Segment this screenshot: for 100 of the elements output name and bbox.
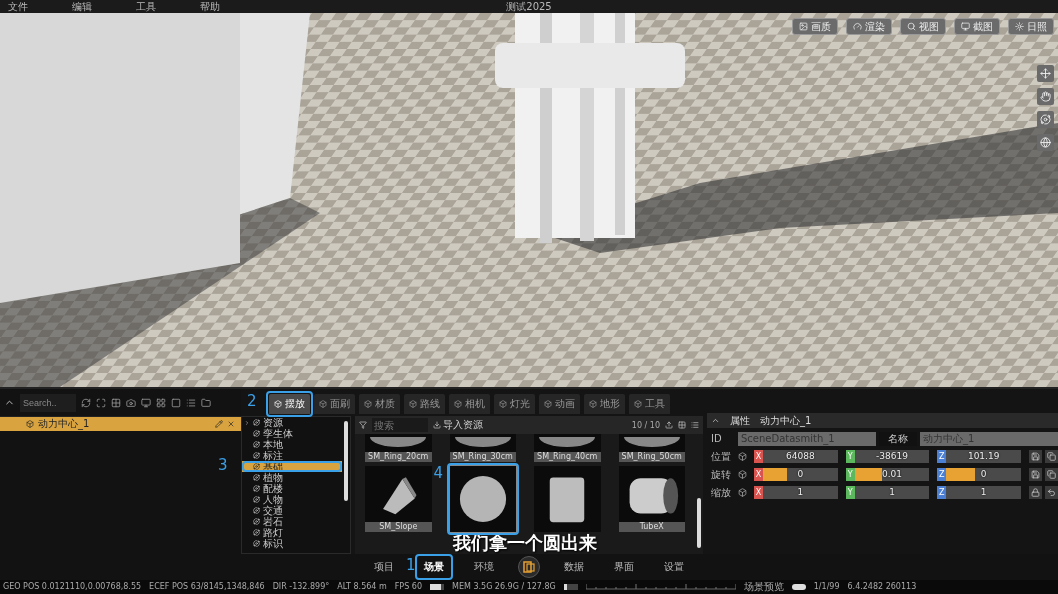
menu-item[interactable]: 工具 <box>136 0 182 13</box>
save-button[interactable] <box>1029 450 1042 463</box>
menu-item[interactable]: 帮助 <box>200 0 246 13</box>
menu-item[interactable]: 文件 <box>8 0 54 13</box>
asset-card[interactable]: SM_Ring_40cm <box>534 434 601 462</box>
view-button[interactable]: 截图 <box>954 18 1000 35</box>
nav-item[interactable]: 数据 <box>558 557 590 577</box>
step-number: 4 <box>433 466 444 481</box>
layout-icon[interactable] <box>156 397 166 408</box>
category-item[interactable]: 资源 <box>242 417 342 428</box>
monitor-icon[interactable] <box>141 397 151 408</box>
category-icon <box>253 474 260 481</box>
axis-field[interactable]: Z 1 <box>937 486 1021 499</box>
tab[interactable]: 灯光 <box>494 394 535 414</box>
axis-field[interactable]: X 1 <box>754 486 838 499</box>
status-item: FPS 60 <box>394 581 422 593</box>
copy-button[interactable] <box>1045 468 1058 481</box>
category-icon <box>253 452 260 459</box>
axis-tag: X <box>754 468 763 481</box>
preview-label: 场景预览 <box>743 581 784 593</box>
list-icon[interactable] <box>691 421 699 429</box>
category-item[interactable]: 标注 <box>242 450 342 461</box>
axis-field[interactable]: Y 1 <box>845 486 930 499</box>
square-icon[interactable] <box>171 397 181 408</box>
asset-card[interactable] <box>534 466 601 532</box>
category-item[interactable]: 配楼 <box>242 483 342 494</box>
view-button[interactable]: 渲染 <box>846 18 892 35</box>
collapse-icon[interactable] <box>711 416 720 425</box>
frame-icon[interactable] <box>96 397 106 408</box>
nav-item[interactable]: 界面 <box>608 557 640 577</box>
axis-field[interactable]: Z 101.19 <box>937 450 1021 463</box>
undo-button[interactable] <box>1045 486 1058 499</box>
category-item[interactable]: 标识 <box>242 538 342 549</box>
category-item[interactable]: 岩石 <box>242 516 342 527</box>
view-button[interactable]: 画质 <box>792 18 838 35</box>
category-item[interactable]: 本地 <box>242 439 342 450</box>
lock-button[interactable] <box>1029 486 1042 499</box>
save-icon <box>1031 452 1040 461</box>
category-item[interactable]: 交通 <box>242 505 342 516</box>
move-icon[interactable] <box>1037 65 1054 82</box>
tab[interactable]: 动画 <box>539 394 580 414</box>
asset-card[interactable]: SM_Ring_30cm <box>449 434 516 462</box>
axis-field[interactable]: Y -38619 <box>845 450 930 463</box>
asset-card[interactable]: SM_Slope <box>365 466 432 532</box>
category-item[interactable]: 孪生体 <box>242 428 342 439</box>
import-button[interactable]: 导入资源 <box>433 418 483 432</box>
globe-icon[interactable] <box>1037 134 1054 151</box>
axis-field[interactable]: X 64088 <box>754 450 838 463</box>
nav-item[interactable]: 环境 <box>468 557 500 577</box>
list-icon[interactable] <box>186 397 196 408</box>
preview-toggle[interactable] <box>791 584 806 590</box>
asset-card[interactable]: SM_Ring_20cm <box>365 434 432 462</box>
axis-tag: Z <box>937 450 947 463</box>
save-button[interactable] <box>1029 468 1042 481</box>
tab[interactable]: 相机 <box>449 394 490 414</box>
filter-icon[interactable] <box>359 421 367 429</box>
outliner-label: 动力中心_1 <box>38 417 91 431</box>
logo-icon[interactable] <box>518 556 540 578</box>
tab[interactable]: 材质 <box>359 394 400 414</box>
refresh-icon[interactable] <box>81 397 91 408</box>
view-button[interactable]: 日照 <box>1008 18 1054 35</box>
tab[interactable]: 摆放 <box>269 394 310 414</box>
copy-button[interactable] <box>1045 450 1058 463</box>
status-meter <box>430 584 444 590</box>
category-item[interactable]: 路灯 <box>242 527 342 538</box>
asset-card[interactable]: SM_Ring_50cm <box>618 434 685 462</box>
tab[interactable]: 路线 <box>404 394 445 414</box>
search-field[interactable]: Search.. <box>20 393 76 412</box>
grid-icon[interactable] <box>678 421 686 429</box>
tab[interactable]: 地形 <box>584 394 625 414</box>
axis-tag: X <box>754 450 763 463</box>
axis-field[interactable]: X 0 <box>754 468 838 481</box>
axis-field[interactable]: Z 0 <box>937 468 1021 481</box>
folder-icon[interactable] <box>201 397 211 408</box>
close-icon[interactable] <box>227 420 235 428</box>
asset-count: 10 / 10 <box>631 420 660 430</box>
subtitle-caption: 我们拿一个圆出来 <box>453 531 597 554</box>
tab[interactable]: 工具 <box>629 394 670 414</box>
ring-thumbnail <box>452 437 513 449</box>
asset-card[interactable]: TubeX <box>618 466 685 532</box>
camera-icon[interactable] <box>126 397 136 408</box>
version-text: 6.4.2482 260113 <box>847 581 917 593</box>
menu-item[interactable]: 编辑 <box>72 0 118 13</box>
upload-icon[interactable] <box>665 421 673 429</box>
category-item[interactable]: 人物 <box>242 494 342 505</box>
edit-icon[interactable] <box>215 420 223 428</box>
nav-item[interactable]: 项目 <box>368 557 400 577</box>
asset-search-field[interactable]: 搜索 <box>372 418 428 432</box>
nav-item[interactable]: 场景 <box>418 557 450 577</box>
category-item[interactable]: 植物 <box>242 472 342 483</box>
grid-icon[interactable] <box>111 397 121 408</box>
hand-icon[interactable] <box>1037 88 1054 105</box>
nav-item[interactable]: 设置 <box>658 557 690 577</box>
view-button[interactable]: 视图 <box>900 18 946 35</box>
download-icon <box>433 421 441 429</box>
gauge-icon <box>853 22 862 31</box>
outliner-row[interactable]: 动力中心_1 <box>0 417 241 431</box>
orbit-icon[interactable] <box>1037 111 1054 128</box>
tab[interactable]: 面刷 <box>314 394 355 414</box>
axis-field[interactable]: Y 0.01 <box>845 468 930 481</box>
